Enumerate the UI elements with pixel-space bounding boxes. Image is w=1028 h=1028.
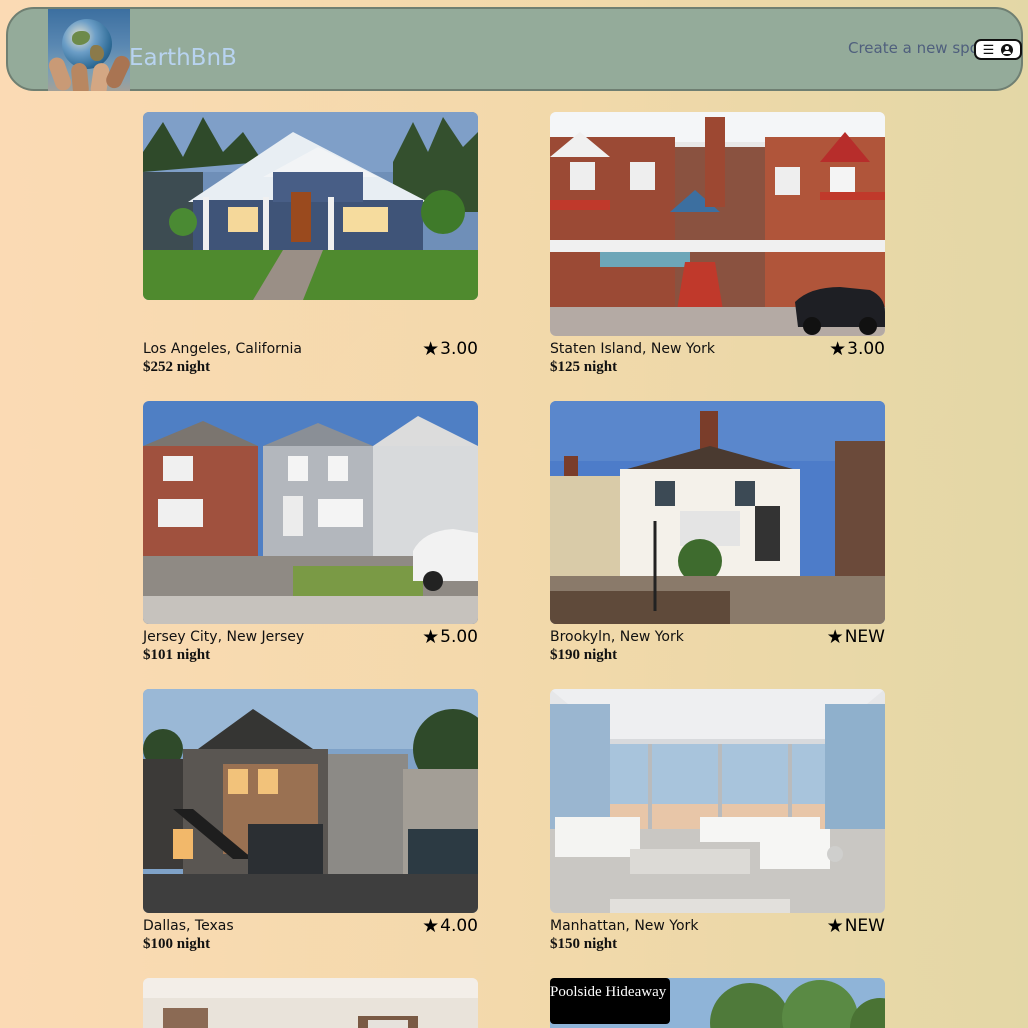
- spot-rating: ★ 3.00: [422, 339, 478, 359]
- spot-photo[interactable]: [550, 112, 885, 336]
- spot-location: Jersey City, New Jersey: [143, 629, 305, 645]
- star-icon: ★: [826, 914, 844, 937]
- spot-photo[interactable]: [143, 689, 478, 913]
- spot-price: $125 night: [550, 359, 618, 375]
- rating-value: 3.00: [440, 339, 478, 359]
- create-spot-link[interactable]: Create a new spot: [848, 39, 985, 57]
- spot-card[interactable]: Brookyln, New York $190 night ★ NEW: [550, 401, 885, 663]
- spot-location: Los Angeles, California: [143, 341, 302, 357]
- star-icon: ★: [829, 337, 847, 360]
- spot-card[interactable]: Dallas, Texas $100 night ★ 4.00: [143, 689, 478, 952]
- spot-price: $150 night: [550, 936, 618, 952]
- globe-icon: [62, 19, 112, 69]
- spot-rating: ★ NEW: [827, 916, 885, 936]
- brand-name[interactable]: EarthBnB: [129, 45, 237, 71]
- logo-image[interactable]: [48, 9, 130, 91]
- star-icon: ★: [422, 625, 440, 648]
- spot-photo[interactable]: [550, 401, 885, 624]
- spot-photo[interactable]: [143, 112, 478, 300]
- spot-price: $252 night: [143, 359, 211, 375]
- rating-value: NEW: [844, 916, 885, 936]
- spot-price: $100 night: [143, 936, 211, 952]
- spot-name-tooltip: Poolside Hideaway: [550, 978, 670, 1024]
- rating-value: 5.00: [440, 627, 478, 647]
- star-icon: ★: [422, 914, 440, 937]
- spot-card[interactable]: Staten Island, New York $125 night ★ 3.0…: [550, 112, 885, 375]
- spot-price: $190 night: [550, 647, 618, 663]
- rating-value: 3.00: [847, 339, 885, 359]
- spot-rating: ★ 5.00: [422, 627, 478, 647]
- spot-rating: ★ 3.00: [829, 339, 885, 359]
- spot-card[interactable]: [143, 978, 478, 1028]
- star-icon: ★: [422, 337, 440, 360]
- spot-card[interactable]: Jersey City, New Jersey $101 night ★ 5.0…: [143, 401, 478, 663]
- spot-location: Brookyln, New York: [550, 629, 684, 645]
- spot-card[interactable]: Manhattan, New York $150 night ★ NEW: [550, 689, 885, 952]
- spot-photo[interactable]: [550, 689, 885, 913]
- hamburger-icon: ☰: [982, 42, 995, 57]
- rating-value: 4.00: [440, 916, 478, 936]
- spot-location: Staten Island, New York: [550, 341, 716, 357]
- spot-rating: ★ NEW: [827, 627, 885, 647]
- spot-photo[interactable]: [143, 401, 478, 624]
- spot-card[interactable]: Los Angeles, California $252 night ★ 3.0…: [143, 112, 478, 375]
- profile-menu-button[interactable]: ☰: [974, 39, 1022, 60]
- user-circle-icon: [1001, 43, 1014, 56]
- rating-value: NEW: [844, 627, 885, 647]
- spot-photo[interactable]: [143, 978, 478, 1028]
- spot-price: $101 night: [143, 647, 211, 663]
- spot-rating: ★ 4.00: [422, 916, 478, 936]
- top-nav-bar: EarthBnB Create a new spot ☰: [6, 7, 1023, 91]
- spot-location: Dallas, Texas: [143, 918, 234, 934]
- star-icon: ★: [826, 625, 844, 648]
- spot-location: Manhattan, New York: [550, 918, 699, 934]
